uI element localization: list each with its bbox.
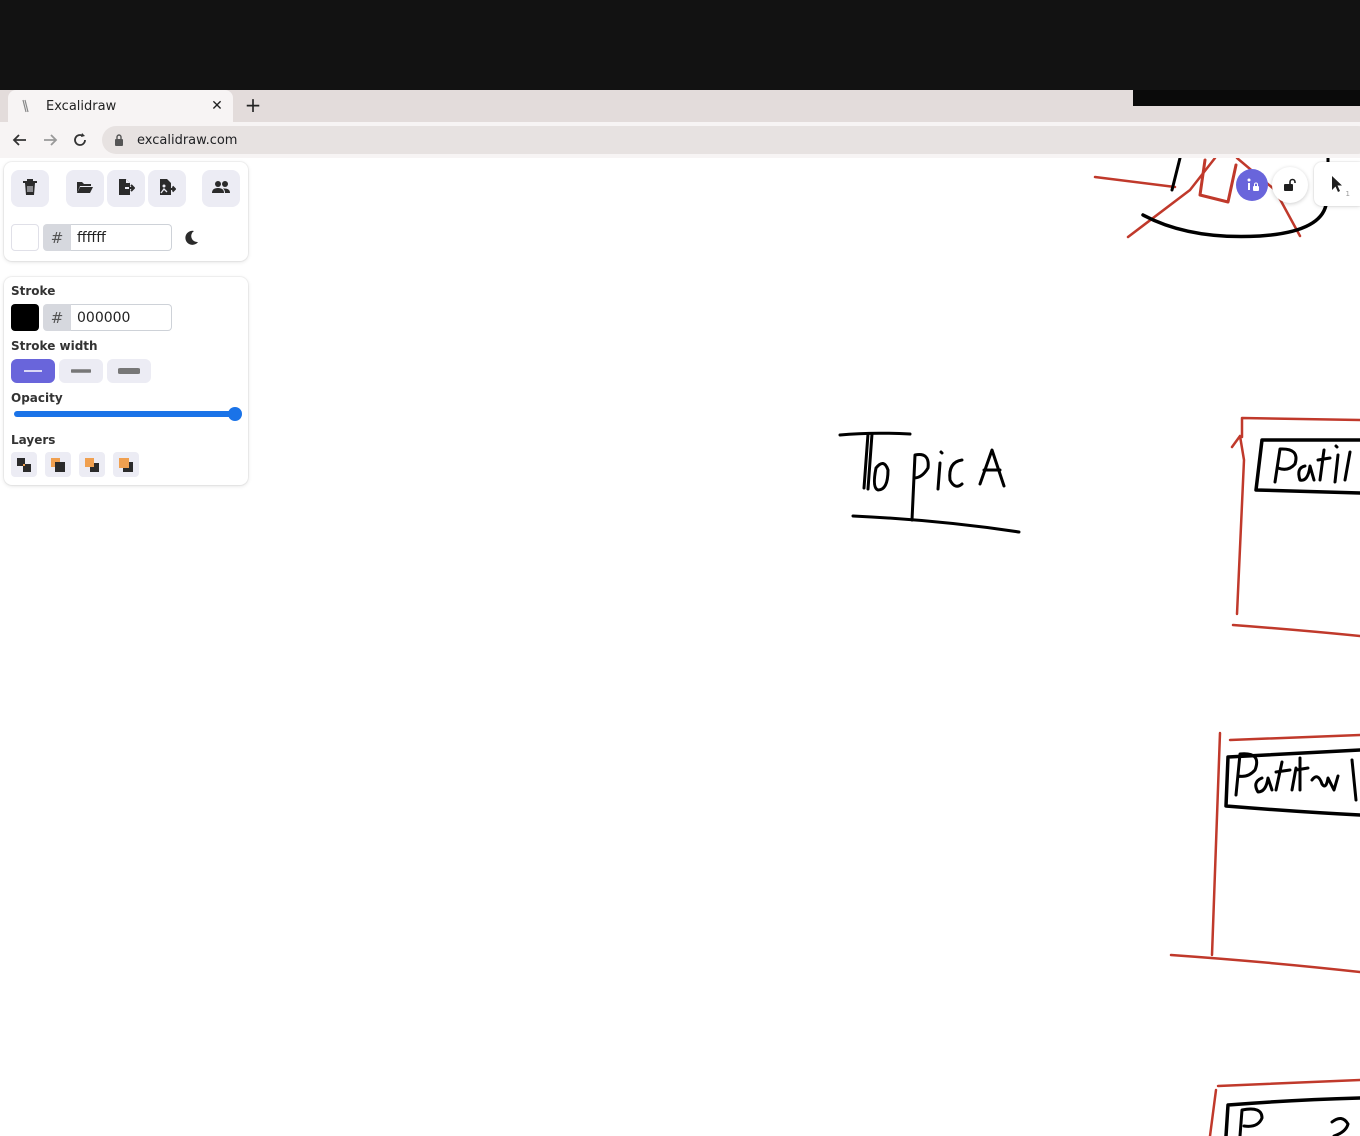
file-export-icon [117,178,136,200]
forward-arrow-icon[interactable] [38,128,62,152]
address-bar: excalidraw.com [0,122,1360,158]
canvas-background-hash: # [43,224,71,251]
bring-forward-icon [85,457,99,472]
stroke-width-thin-button[interactable] [11,359,55,383]
send-to-back-button[interactable] [11,452,37,477]
stroke-label: Stroke [11,284,56,298]
partition-box-1-sketch [1230,416,1360,638]
stroke-width-label: Stroke width [11,339,98,353]
stroke-color-swatch[interactable] [11,304,39,331]
partition-box-3-sketch [1208,1078,1360,1136]
stroke-width-bold-button[interactable] [59,359,103,383]
extra-bold-line-icon [118,368,140,374]
layers-label: Layers [11,433,56,447]
thin-line-icon [24,370,42,372]
send-backward-button[interactable] [45,452,71,477]
tab-strip-overlay [1133,90,1360,106]
canvas-background-swatch[interactable] [11,224,39,251]
pointer-icon [1332,176,1342,192]
selection-tool-button[interactable]: 1 [1314,162,1360,206]
bring-to-front-button[interactable] [113,452,139,477]
send-to-back-icon [17,457,31,472]
moon-icon[interactable] [180,227,202,249]
tab-title: Excalidraw [46,98,117,114]
url-text: excalidraw.com [137,132,238,148]
bring-forward-button[interactable] [79,452,105,477]
excalidraw-favicon-icon [20,99,32,113]
image-export-icon [158,178,177,200]
folder-open-icon [76,179,94,198]
unlock-icon [1284,178,1296,191]
browser-tab[interactable]: Excalidraw ✕ [8,90,233,122]
opacity-slider-thumb[interactable] [228,407,242,421]
bring-to-front-icon [119,457,133,472]
lock-tool-button[interactable] [1272,167,1308,203]
trash-icon [22,178,38,200]
open-button[interactable] [66,170,104,207]
collaborator-info-icon[interactable] [1236,169,1268,201]
bold-line-icon [71,369,91,373]
os-top-bar [0,0,1360,90]
save-to-button[interactable] [107,170,145,207]
reload-icon[interactable] [68,128,92,152]
partition-box-2-sketch [1169,731,1360,974]
opacity-slider-track[interactable] [14,411,238,417]
clear-canvas-button[interactable] [11,170,49,207]
opacity-label: Opacity [11,391,63,405]
selection-tool-shortcut: 1 [1345,190,1350,198]
new-tab-button[interactable]: + [242,93,264,117]
back-arrow-icon[interactable] [8,128,32,152]
tab-close-icon[interactable]: ✕ [206,95,228,117]
topic-a-text-sketch [838,431,1021,534]
stroke-hash: # [43,304,71,331]
send-backward-icon [51,457,65,472]
live-collaboration-button[interactable] [202,170,240,207]
users-icon [211,179,231,198]
stroke-color-input[interactable] [71,304,172,331]
canvas-background-input[interactable] [71,224,172,251]
export-image-button[interactable] [148,170,186,207]
lock-icon [114,133,128,147]
browser-tab-strip: Excalidraw ✕ [0,90,1360,122]
stroke-width-extra-bold-button[interactable] [107,359,151,383]
url-input[interactable]: excalidraw.com [102,126,1360,154]
